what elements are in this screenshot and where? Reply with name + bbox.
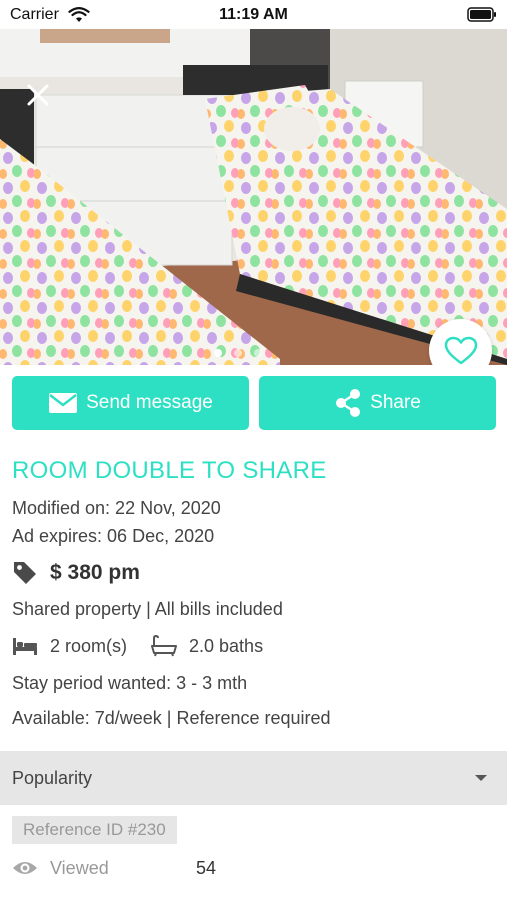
status-bar: Carrier 11:19 AM	[0, 0, 507, 29]
listing-photo-carousel[interactable]	[0, 29, 507, 365]
room-facts: 2 room(s) 2.0 baths	[12, 634, 263, 658]
view-count: 54	[196, 858, 217, 878]
bedroom-photo	[0, 29, 507, 365]
property-type: Shared property | All bills included	[12, 599, 283, 619]
caret-down-icon	[475, 775, 487, 781]
send-message-button[interactable]: Send message	[12, 376, 249, 430]
bathtub-icon	[151, 635, 178, 657]
share-label: Share	[370, 392, 421, 413]
heart-icon	[444, 336, 477, 364]
rooms-count: 2 room(s)	[50, 635, 128, 656]
baths-count: 2.0 baths	[189, 635, 264, 656]
expiry-date: Ad expires: 06 Dec, 2020	[12, 526, 215, 546]
bed-icon	[13, 638, 37, 655]
pager-dot[interactable]	[214, 349, 222, 357]
carousel-pager	[214, 349, 262, 357]
pager-dot[interactable]	[234, 349, 242, 357]
price-label: $ 380 pm	[50, 561, 140, 584]
share-icon	[334, 388, 362, 418]
listing-title: ROOM DOUBLE TO SHARE	[12, 457, 327, 484]
modified-date: Modified on: 22 Nov, 2020	[12, 498, 221, 518]
pager-dot[interactable]	[254, 349, 262, 357]
envelope-icon	[48, 391, 78, 415]
share-button[interactable]: Share	[259, 376, 496, 430]
battery-icon	[467, 7, 496, 22]
popularity-dropdown[interactable]: Popularity	[0, 751, 507, 805]
action-bar: Send message Share	[12, 376, 496, 430]
reference-id-badge: Reference ID #230	[12, 816, 177, 844]
stay-period: Stay period wanted: 3 - 3 mth	[12, 673, 248, 693]
reference-id: Reference ID #230	[23, 820, 166, 839]
price-tag-icon	[14, 562, 36, 584]
popularity-label: Popularity	[12, 768, 93, 788]
viewed-label: Viewed	[50, 857, 109, 878]
views-row: Viewed 54	[12, 856, 216, 880]
availability: Available: 7d/week | Reference required	[12, 708, 331, 728]
price-row: $ 380 pm	[12, 559, 140, 587]
eye-icon	[13, 862, 37, 874]
close-icon[interactable]	[24, 81, 52, 109]
send-message-label: Send message	[86, 392, 213, 413]
clock-label: 11:19 AM	[219, 6, 288, 23]
